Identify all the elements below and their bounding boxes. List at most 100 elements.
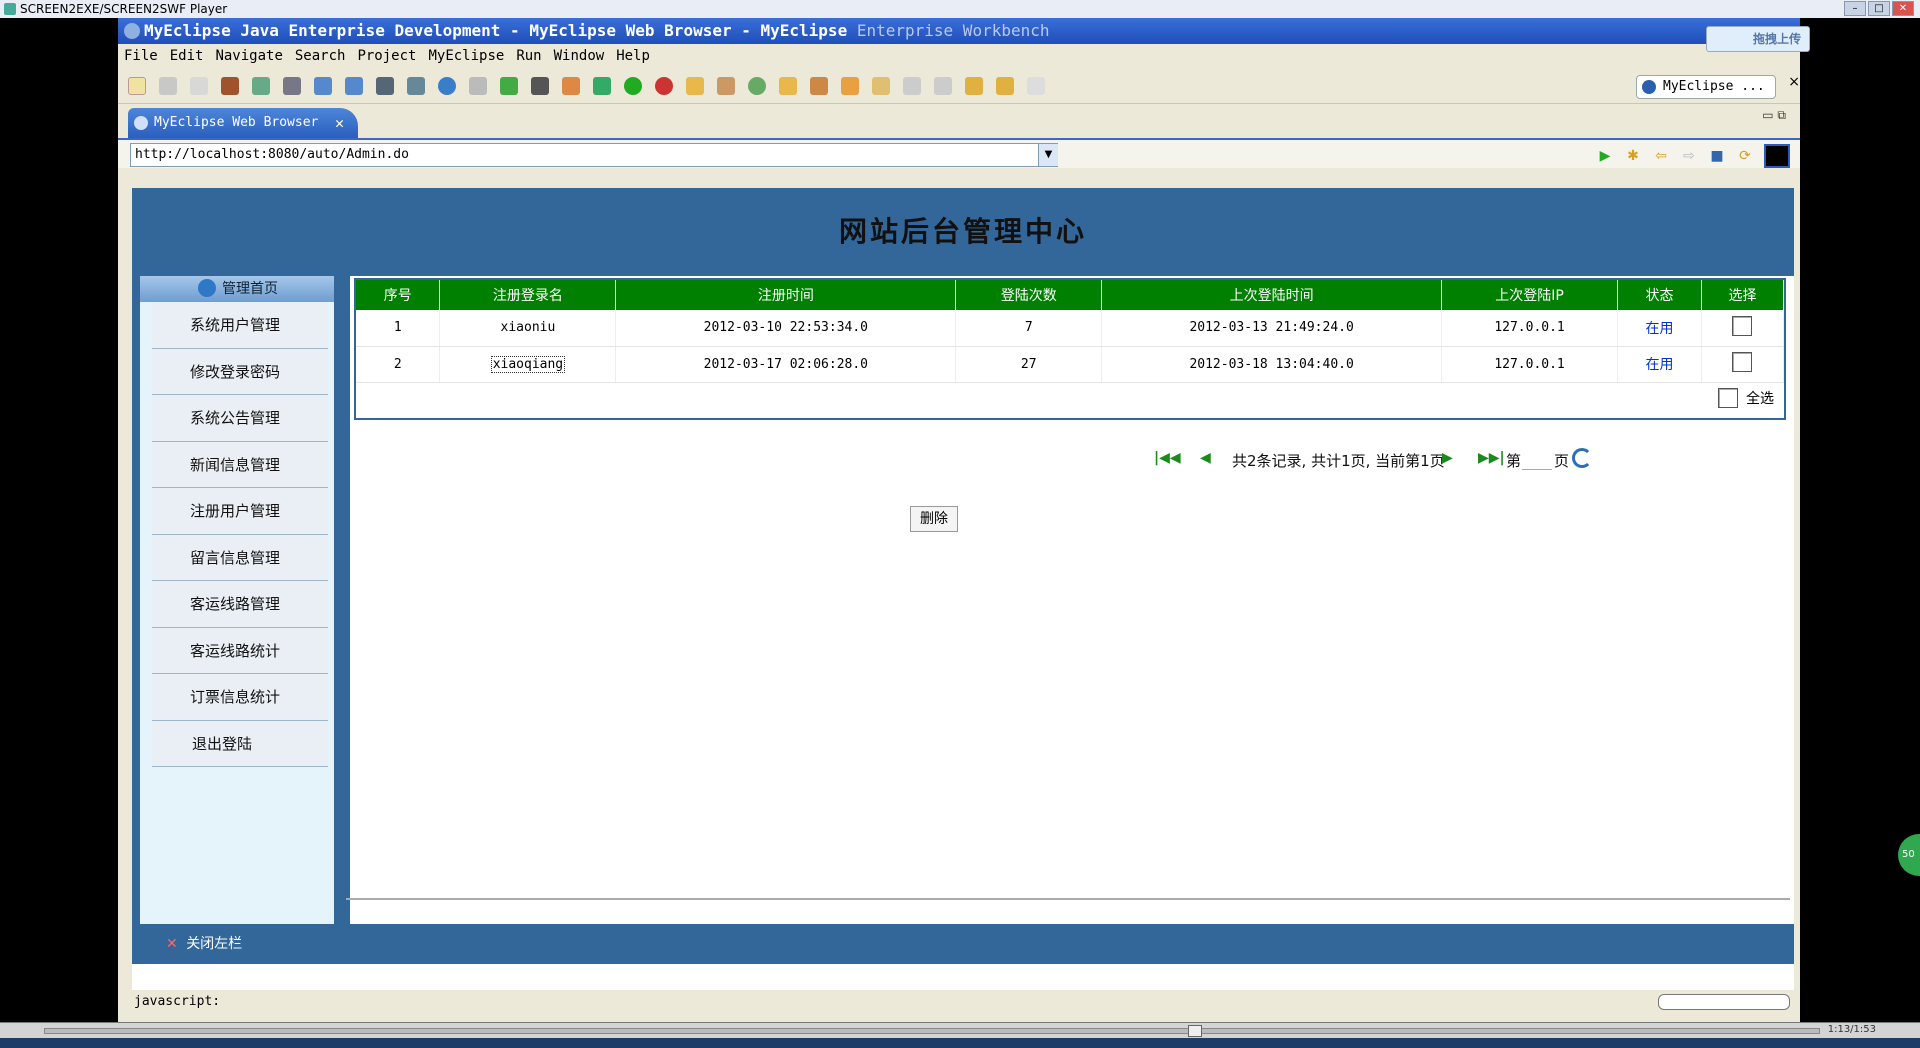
page-number-input[interactable] [1522, 448, 1552, 470]
col-header: 序号 [356, 280, 441, 310]
player-app-icon [4, 3, 16, 15]
next-page-icon[interactable]: ▶ [1442, 450, 1453, 466]
rocket-icon[interactable] [810, 76, 828, 95]
cell-login: xiaoniu [439, 310, 617, 347]
editor-minmax-icons[interactable]: ▭ ⧉ [1762, 108, 1786, 123]
last-edit-icon[interactable] [965, 76, 983, 95]
tab-close-icon[interactable]: ✕ [335, 108, 344, 138]
folder-shared-icon[interactable] [841, 76, 859, 95]
prev-annotation-icon[interactable] [934, 76, 952, 95]
folder-icon[interactable] [779, 76, 797, 95]
new-icon[interactable] [128, 76, 146, 95]
sidebar-head[interactable]: 管理首页 [140, 276, 334, 302]
sidebar-item-route-stats[interactable]: 客运线路统计 [152, 627, 328, 674]
print-icon[interactable] [190, 76, 208, 95]
row-checkbox[interactable] [1732, 352, 1753, 372]
server-icon[interactable] [283, 76, 301, 95]
menu-run[interactable]: Run [516, 48, 541, 64]
debug-gear-icon[interactable] [252, 76, 270, 95]
ide-title-main: MyEclipse Java Enterprise Development - … [144, 21, 848, 40]
col-header: 上次登陆IP [1441, 280, 1619, 310]
sidebar-item-routes[interactable]: 客运线路管理 [152, 581, 328, 628]
menu-myeclipse[interactable]: MyEclipse [428, 48, 504, 64]
seek-track[interactable] [44, 1028, 1820, 1034]
first-page-icon[interactable]: |◀◀ [1154, 450, 1181, 466]
favorites-icon[interactable]: ✱ [1624, 147, 1642, 165]
sidebar-item-messages[interactable]: 留言信息管理 [152, 534, 328, 581]
close-sidebar-link[interactable]: 关闭左栏 [186, 936, 242, 952]
refresh-icon[interactable]: ⟳ [1736, 147, 1754, 165]
col-header: 注册时间 [615, 280, 957, 310]
camera-icon[interactable] [531, 76, 549, 95]
forward-arrow-icon[interactable] [1027, 76, 1045, 95]
menu-edit[interactable]: Edit [170, 48, 204, 64]
floating-widget-icon[interactable]: 50 [1898, 834, 1920, 876]
tree-icon[interactable] [717, 76, 735, 95]
package-icon[interactable] [221, 76, 239, 95]
progress-bar [1658, 994, 1790, 1010]
db-icon[interactable] [376, 76, 394, 95]
stop-icon[interactable]: ■ [1708, 147, 1726, 165]
menu-navigate[interactable]: Navigate [215, 48, 282, 64]
deploy-icon[interactable] [314, 76, 332, 95]
back-icon[interactable]: ⇦ [1652, 147, 1670, 165]
bug-icon[interactable] [593, 76, 611, 95]
url-dropdown-icon[interactable]: ▼ [1038, 144, 1058, 166]
menu-window[interactable]: Window [554, 48, 605, 64]
last-page-icon[interactable]: ▶▶| [1478, 450, 1505, 466]
browser-globe-icon [134, 116, 148, 130]
sidebar-item-logout[interactable]: 退出登陆 [152, 720, 328, 767]
upload-button[interactable]: 拖拽上传 [1706, 26, 1810, 52]
sidebar-item-system-users[interactable]: 系统用户管理 [152, 302, 328, 349]
select-all-checkbox[interactable] [1718, 388, 1738, 408]
url-input[interactable]: http://localhost:8080/auto/Admin.do [130, 143, 1058, 167]
status-link[interactable]: 在用 [1645, 357, 1673, 373]
ide-bottom-strip [118, 1014, 1800, 1022]
maximize-button[interactable]: □ [1868, 1, 1890, 16]
sidebar-inner: 管理首页 系统用户管理 修改登录密码 系统公告管理 新闻信息管理 注册用户管理 … [140, 276, 334, 924]
search-tool-icon[interactable] [345, 76, 363, 95]
wizard-icon[interactable] [562, 76, 580, 95]
sidebar-item-announcements[interactable]: 系统公告管理 [152, 395, 328, 442]
open-icon[interactable] [407, 76, 425, 95]
refresh-tool-icon[interactable] [500, 76, 518, 95]
status-link[interactable]: 在用 [1645, 321, 1673, 337]
row-checkbox[interactable] [1732, 315, 1753, 336]
back-arrow-icon[interactable] [996, 76, 1014, 95]
toolbar-close-icon[interactable]: × [1788, 74, 1800, 90]
web-page: 网站后台管理中心 管理首页 系统用户管理 修改登录密码 系统公告管理 新闻信息管… [132, 188, 1794, 990]
external-tools-icon[interactable] [655, 76, 673, 95]
go-page-icon[interactable] [1572, 448, 1592, 468]
next-annotation-icon[interactable] [903, 76, 921, 95]
sidebar-item-registered-users[interactable]: 注册用户管理 [152, 488, 328, 535]
cell-login: xiaoqiang [439, 346, 617, 383]
menu-file[interactable]: File [124, 48, 158, 64]
prev-page-icon[interactable]: ◀ [1200, 450, 1211, 466]
globe-icon[interactable] [438, 76, 456, 95]
minimize-button[interactable]: – [1844, 1, 1866, 16]
cell-select [1701, 310, 1785, 347]
folder-open-icon[interactable] [686, 76, 704, 95]
player-seekbar: 1:13/1:53 [0, 1022, 1920, 1038]
menu-search[interactable]: Search [295, 48, 346, 64]
run-icon[interactable] [624, 76, 642, 95]
menu-help[interactable]: Help [616, 48, 650, 64]
clipboard-icon[interactable] [872, 76, 890, 95]
go-icon[interactable]: ▶ [1596, 147, 1614, 165]
save-icon[interactable] [159, 76, 177, 95]
delete-button[interactable]: 删除 [910, 506, 958, 532]
sync-icon[interactable] [748, 76, 766, 95]
window-controls: – □ ✕ [1844, 1, 1914, 16]
upload-label: 拖拽上传 [1752, 32, 1801, 46]
sidebar-item-change-password[interactable]: 修改登录密码 [152, 348, 328, 395]
sidebar-item-booking-stats[interactable]: 订票信息统计 [152, 674, 328, 721]
seek-knob[interactable] [1188, 1025, 1202, 1037]
perspective-switcher[interactable]: MyEclipse ... [1636, 75, 1776, 99]
login-link[interactable]: xiaoqiang [490, 355, 566, 373]
menu-project[interactable]: Project [357, 48, 416, 64]
sidebar-item-news[interactable]: 新闻信息管理 [152, 441, 328, 488]
tab-web-browser[interactable]: MyEclipse Web Browser ✕ [128, 108, 358, 138]
forward-icon[interactable]: ⇨ [1680, 147, 1698, 165]
copy-icon[interactable] [469, 76, 487, 95]
close-button[interactable]: ✕ [1892, 1, 1914, 16]
